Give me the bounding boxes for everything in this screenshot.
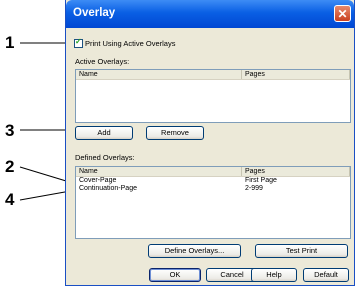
help-button[interactable]: Help: [251, 268, 297, 282]
overlay-dialog: Overlay ✕ ✓ Print Using Active Overlays …: [65, 0, 355, 286]
overlay-pages: First Page: [245, 177, 277, 184]
default-button[interactable]: Default: [303, 268, 349, 282]
close-icon: ✕: [337, 7, 348, 21]
window-title: Overlay: [73, 7, 116, 19]
remove-button[interactable]: Remove: [146, 126, 204, 140]
defined-overlays-header: Name Pages: [76, 167, 350, 177]
overlay-name: Cover-Page: [79, 177, 117, 184]
close-button[interactable]: ✕: [334, 5, 351, 22]
active-overlays-list[interactable]: Name Pages: [75, 69, 351, 123]
checkmark-icon: ✓: [75, 37, 82, 46]
column-header-name[interactable]: Name: [76, 70, 242, 79]
column-header-name[interactable]: Name: [76, 167, 242, 176]
print-active-overlays-label[interactable]: Print Using Active Overlays: [85, 39, 175, 48]
ok-button[interactable]: OK: [149, 268, 201, 282]
test-print-button[interactable]: Test Print: [255, 244, 348, 258]
column-header-pages[interactable]: Pages: [242, 70, 350, 79]
active-overlays-label: Active Overlays:: [75, 57, 130, 66]
title-bar[interactable]: Overlay ✕: [66, 0, 354, 28]
list-item[interactable]: Cover-Page First Page: [76, 177, 350, 185]
dialog-body: ✓ Print Using Active Overlays Active Ove…: [66, 28, 354, 285]
defined-overlays-label: Defined Overlays:: [75, 153, 135, 162]
column-header-pages[interactable]: Pages: [242, 167, 350, 176]
active-overlays-header: Name Pages: [76, 70, 350, 80]
overlay-pages: 2-999: [245, 185, 263, 192]
define-overlays-button[interactable]: Define Overlays...: [148, 244, 241, 258]
list-item[interactable]: Continuation-Page 2-999: [76, 185, 350, 193]
print-active-overlays-checkbox[interactable]: ✓: [74, 37, 83, 48]
add-button[interactable]: Add: [75, 126, 133, 140]
defined-overlays-list[interactable]: Name Pages Cover-Page First Page Continu…: [75, 166, 351, 239]
overlay-name: Continuation-Page: [79, 185, 137, 192]
